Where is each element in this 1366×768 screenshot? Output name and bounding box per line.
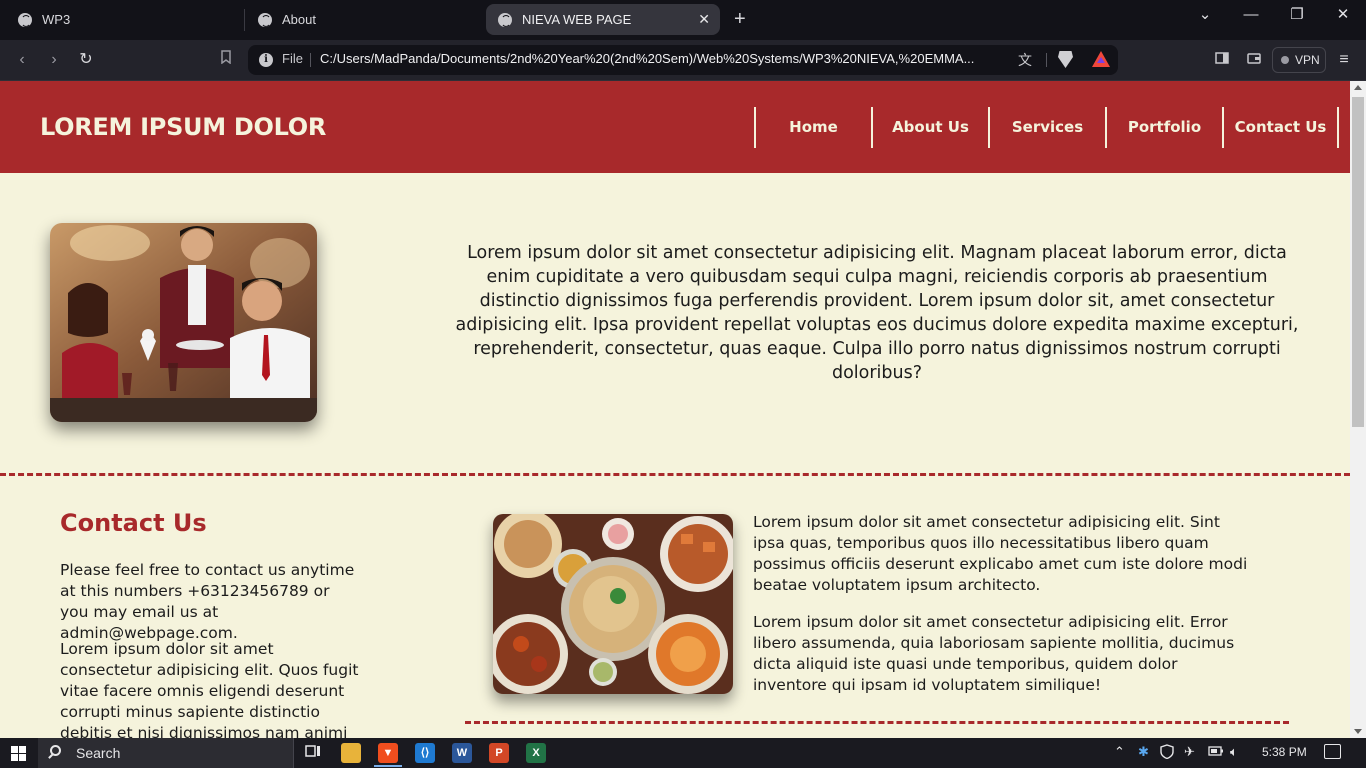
food-photo [493,514,733,694]
taskbar-search-box[interactable]: Search [38,738,294,768]
minimize-button[interactable]: — [1228,4,1274,32]
page-scrollbar[interactable] [1350,81,1366,738]
side-paragraph-1: Lorem ipsum dolor sit amet consectetur a… [753,513,1248,594]
close-tab-icon[interactable]: ✕ [698,11,710,28]
globe-icon [498,12,512,27]
vpn-button[interactable]: VPN [1272,47,1326,73]
site-header: LOREM IPSUM DOLOR Home About Us Services… [0,81,1350,173]
globe-icon [258,12,272,27]
url-text[interactable]: C:/Users/MadPanda/Documents/2nd%20Year%2… [320,51,1010,66]
translate-icon[interactable]: 文 [1018,50,1032,70]
back-icon[interactable]: ‹ [11,49,33,71]
scroll-up-icon[interactable] [1354,85,1362,90]
side-paragraph-2: Lorem ipsum dolor sit amet consectetur a… [753,613,1235,694]
contact-info-text: Please feel free to contact us anytime a… [60,561,355,642]
vscode-icon[interactable]: ⟨⟩ [415,743,435,763]
address-bar[interactable]: i File C:/Users/MadPanda/Documents/2nd%2… [248,45,1118,75]
contact-heading: Contact Us [60,509,207,537]
restaurant-photo [50,223,317,422]
scroll-thumb[interactable] [1352,97,1364,427]
nav-contact-us[interactable]: Contact Us [1222,107,1339,148]
task-view-icon[interactable] [303,743,323,763]
defender-shield-icon[interactable] [1160,744,1174,762]
nav-services[interactable]: Services [988,107,1105,148]
scroll-down-icon[interactable] [1354,729,1362,734]
divider [1046,53,1047,67]
site-logo[interactable]: LOREM IPSUM DOLOR [40,113,326,141]
tab-about[interactable]: About [258,4,484,35]
wallet-icon[interactable] [1243,49,1265,71]
excel-icon[interactable]: X [526,743,546,763]
brave-icon[interactable]: ▼ [378,743,398,763]
content-divider [465,721,1289,724]
tab-title: WP3 [42,12,71,27]
nav-portfolio[interactable]: Portfolio [1105,107,1222,148]
active-app-indicator [374,765,402,767]
windows-start-icon[interactable] [11,746,26,761]
contact-paragraph: Lorem ipsum dolor sit amet consectetur a… [60,640,359,738]
page-viewport: LOREM IPSUM DOLOR Home About Us Services… [0,81,1350,738]
nav-about-us[interactable]: About Us [871,107,988,148]
tray-overflow-icon[interactable]: ⌃ [1114,744,1125,760]
tab-title: NIEVA WEB PAGE [522,12,632,27]
globe-icon [18,12,32,27]
browser-toolbar: ‹ › ↻ i File C:/Users/MadPanda/Documents… [0,40,1366,81]
restore-button[interactable]: ❐ [1274,4,1320,32]
browser-tab-strip: WP3 About NIEVA WEB PAGE ✕ + ⌄ — ❐ ✕ [0,0,1366,40]
menu-icon[interactable]: ≡ [1333,49,1355,71]
tab-title: About [282,12,316,27]
brave-rewards-icon[interactable] [1092,51,1110,67]
reload-icon[interactable]: ↻ [75,49,97,71]
search-placeholder: Search [76,745,121,761]
windows-taskbar: Search ▼ ⟨⟩ W P X ⌃ ✱ ✈ 🔈︎ 5:38 PM [0,738,1366,768]
main-nav: Home About Us Services Portfolio Contact… [754,107,1339,148]
sidebar-icon[interactable] [1211,49,1233,71]
tab-nieva-web-page[interactable]: NIEVA WEB PAGE ✕ [486,4,720,35]
intro-paragraph: Lorem ipsum dolor sit amet consectetur a… [455,243,1299,383]
word-icon[interactable]: W [452,743,472,763]
divider [310,53,311,67]
tab-separator [244,9,245,31]
section-divider [0,473,1350,476]
airplane-mode-icon[interactable]: ✈ [1184,744,1195,760]
file-explorer-icon[interactable] [341,743,361,763]
search-icon [50,745,61,756]
site-info-icon[interactable]: i [259,53,273,67]
close-window-button[interactable]: ✕ [1320,4,1366,32]
volume-icon[interactable]: 🔈︎ [1230,744,1238,760]
bluetooth-icon[interactable]: ✱ [1138,744,1149,760]
tab-search-chevron-icon[interactable]: ⌄ [1182,4,1228,32]
forward-icon[interactable]: › [43,49,65,71]
notifications-icon[interactable] [1324,744,1341,759]
taskbar-clock[interactable]: 5:38 PM [1262,745,1307,759]
powerpoint-icon[interactable]: P [489,743,509,763]
nav-home[interactable]: Home [754,107,871,148]
scheme-label: File [282,51,303,66]
brave-shields-icon[interactable] [1058,51,1073,68]
new-tab-button[interactable]: + [734,8,746,30]
tab-wp3[interactable]: WP3 [18,4,244,35]
bookmark-icon[interactable] [215,49,237,71]
battery-icon[interactable] [1208,744,1224,759]
